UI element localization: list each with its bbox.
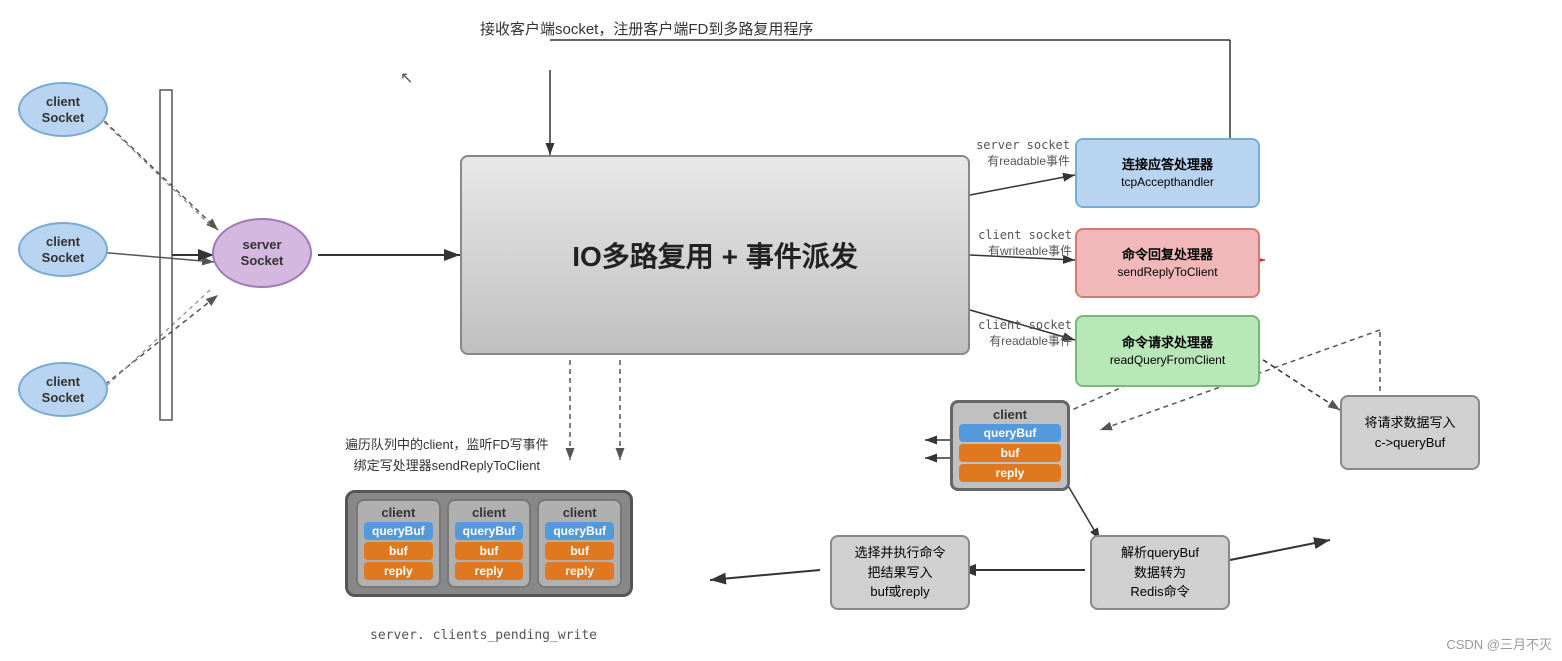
client-struct-main: client queryBuf buf reply: [950, 400, 1070, 491]
handler-query: 命令请求处理器 readQueryFromClient: [1075, 315, 1260, 387]
client-socket-1: clientSocket: [18, 82, 108, 137]
process-execute: 选择并执行命令把结果写入buf或reply: [830, 535, 970, 610]
handler-connect: 连接应答处理器 tcpAccepthandler: [1075, 138, 1260, 208]
process-write-query: 将请求数据写入c->queryBuf: [1340, 395, 1480, 470]
client-field-querybuf: queryBuf: [959, 424, 1061, 442]
handler-reply-subtitle: sendReplyToClient: [1117, 264, 1217, 281]
client-struct-title: client: [959, 407, 1061, 422]
cursor-indicator: ↖: [400, 68, 413, 88]
handler-reply: 命令回复处理器 sendReplyToClient: [1075, 228, 1260, 298]
queue-client-2: client queryBuf buf reply: [447, 499, 532, 588]
queue-client-1: client queryBuf buf reply: [356, 499, 441, 588]
queue-bottom-label: server. clients_pending_write: [370, 628, 597, 643]
queue-label: 遍历队列中的client，监听FD写事件绑定写处理器sendReplyToCli…: [345, 435, 549, 477]
top-label: 接收客户端socket，注册客户端FD到多路复用程序: [480, 18, 813, 39]
queue-client-3: client queryBuf buf reply: [537, 499, 622, 588]
handler2-label: client socket有writeable事件: [972, 228, 1072, 259]
client-field-buf: buf: [959, 444, 1061, 462]
watermark: CSDN @三月不灭: [1446, 634, 1552, 653]
handler3-label: client socket有readable事件: [972, 318, 1072, 349]
handler1-label: server socket有readable事件: [970, 138, 1070, 169]
io-mux-box: IO多路复用 + 事件派发: [460, 155, 970, 355]
server-socket: serverSocket: [212, 218, 312, 288]
client-field-reply: reply: [959, 464, 1061, 482]
client-socket-2: clientSocket: [18, 222, 108, 277]
process-parse-label: 解析queryBuf数据转为Redis命令: [1121, 543, 1199, 602]
handler-query-subtitle: readQueryFromClient: [1110, 352, 1225, 369]
process-write-query-label: 将请求数据写入c->queryBuf: [1364, 413, 1455, 452]
process-execute-label: 选择并执行命令把结果写入buf或reply: [854, 543, 945, 602]
handler-reply-title: 命令回复处理器: [1122, 246, 1213, 264]
client-socket-3: clientSocket: [18, 362, 108, 417]
handler-connect-title: 连接应答处理器: [1122, 156, 1213, 174]
process-parse: 解析queryBuf数据转为Redis命令: [1090, 535, 1230, 610]
handler-connect-subtitle: tcpAccepthandler: [1121, 174, 1214, 191]
handler-query-title: 命令请求处理器: [1122, 334, 1213, 352]
diagram-container: 接收客户端socket，注册客户端FD到多路复用程序 clientSocket …: [0, 0, 1562, 661]
queue-clients: client queryBuf buf reply client queryBu…: [345, 490, 633, 597]
